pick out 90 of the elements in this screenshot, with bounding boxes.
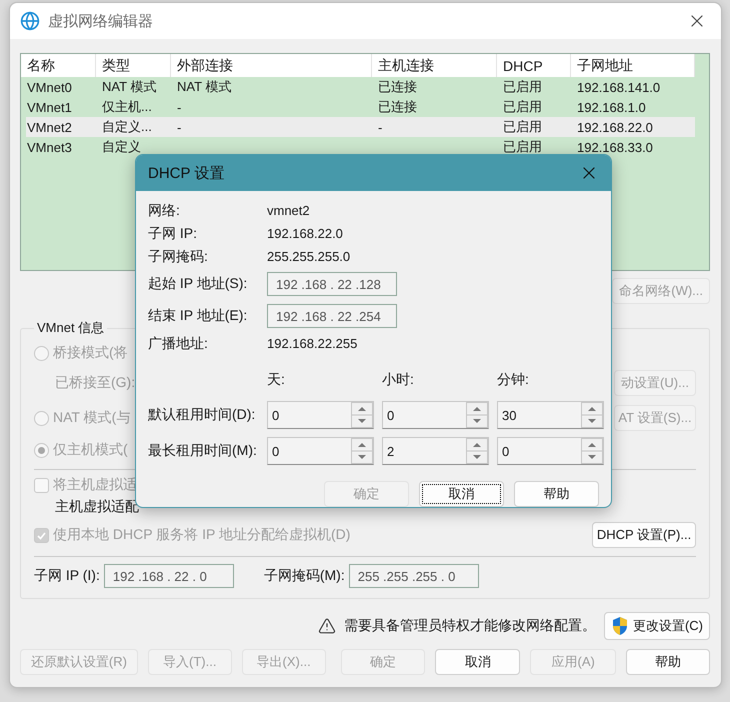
- table-cell: 已启用: [503, 78, 542, 96]
- change-settings-button[interactable]: 更改设置(C): [604, 612, 710, 640]
- table-cell: 已连接: [378, 78, 417, 96]
- subnet-mask-field[interactable]: 255 .255 .255 . 0: [348, 564, 479, 588]
- table-cell: 仅主机...: [102, 98, 152, 116]
- checkbox-label: 将主机虚拟适: [53, 476, 137, 494]
- table-cell: -: [177, 120, 182, 134]
- globe-icon: [20, 11, 40, 31]
- column-header[interactable]: DHCP: [497, 54, 571, 77]
- window-title: 虚拟网络编辑器: [48, 12, 154, 30]
- checkbox[interactable]: [34, 528, 49, 542]
- table-cell: 192.168.22.0: [577, 120, 653, 134]
- radio-label: NAT 模式(与: [53, 409, 130, 427]
- bridged-to-label: 已桥接至(G):: [55, 374, 136, 392]
- radio-button[interactable]: [34, 410, 49, 426]
- group-title: VMnet 信息: [36, 319, 106, 337]
- column-header[interactable]: 主机连接: [372, 54, 497, 77]
- footer-button[interactable]: 取消: [435, 649, 520, 675]
- shield-icon: [610, 616, 629, 636]
- spin-box[interactable]: 0: [267, 437, 374, 465]
- spin-arrows-icon[interactable]: [581, 438, 603, 464]
- field-label: 广播地址:: [148, 334, 209, 352]
- ip-field[interactable]: 192 .168 . 22 .254: [267, 304, 397, 328]
- spin-box[interactable]: 0: [382, 401, 489, 429]
- table-row[interactable]: VMnet0 NAT 模式 NAT 模式 已连接 已启用 192.168.141.0: [26, 77, 695, 97]
- table-cell: -: [177, 100, 182, 114]
- field-label: 最长租用时间(M):: [148, 442, 258, 460]
- dhcp-settings-button[interactable]: DHCP 设置(P)...: [592, 522, 696, 548]
- table-cell: VMnet0: [27, 80, 72, 94]
- dialog-button[interactable]: 帮助: [514, 481, 599, 507]
- field-label: 子网 IP:: [148, 224, 198, 242]
- spin-arrows-icon[interactable]: [581, 402, 603, 428]
- spin-arrows-icon[interactable]: [466, 438, 488, 464]
- field-label: 起始 IP 地址(S):: [148, 275, 248, 293]
- checkbox[interactable]: [34, 478, 49, 492]
- unit-label: 天:: [267, 371, 286, 389]
- subnet-ip-label: 子网 IP (I):: [34, 567, 100, 585]
- table-cell: 已启用: [503, 98, 542, 116]
- checkbox-label: 使用本地 DHCP 服务将 IP 地址分配给虚拟机(D): [53, 526, 350, 544]
- table-cell: NAT 模式: [102, 78, 156, 96]
- check-icon: [36, 530, 47, 540]
- subnet-ip-field[interactable]: 192 .168 . 22 . 0: [104, 564, 234, 588]
- spin-box[interactable]: 2: [382, 437, 489, 465]
- column-header[interactable]: 外部连接: [171, 54, 372, 77]
- unit-label: 小时:: [382, 371, 415, 389]
- field-value: 192.168.22.255: [267, 336, 358, 351]
- field-label: 子网掩码:: [148, 248, 209, 266]
- field-label: 网络:: [148, 202, 181, 220]
- spin-box[interactable]: 30: [497, 401, 604, 429]
- table-cell: 192.168.33.0: [577, 140, 653, 154]
- spin-arrows-icon[interactable]: [466, 402, 488, 428]
- table-cell: 自定义...: [102, 118, 152, 136]
- table-cell: 192.168.141.0: [577, 80, 660, 94]
- radio-label: 桥接模式(将: [53, 344, 128, 362]
- table-row[interactable]: VMnet1 仅主机... - 已连接 已启用 192.168.1.0: [26, 97, 695, 117]
- selected-row[interactable]: VMnet2 自定义... - - 已启用 192.168.22.0: [26, 117, 695, 137]
- column-header[interactable]: 类型: [96, 54, 171, 77]
- table-cell: 自定义: [102, 138, 141, 156]
- radio-button[interactable]: [34, 442, 49, 458]
- dialog-button[interactable]: 取消: [419, 481, 504, 507]
- table-cell: NAT 模式: [177, 78, 232, 96]
- table-cell: 已启用: [503, 118, 542, 136]
- field-value: vmnet2: [267, 203, 311, 218]
- field-label: 结束 IP 地址(E):: [148, 307, 248, 325]
- subnet-mask-label: 子网掩码(M):: [264, 567, 345, 585]
- field-value: 192.168.22.0: [267, 226, 344, 241]
- table-cell: VMnet1: [27, 100, 72, 114]
- column-header[interactable]: 子网地址: [571, 54, 695, 77]
- table-cell: 192.168.1.0: [577, 100, 646, 114]
- table-cell: VMnet2: [27, 120, 72, 134]
- radio-button[interactable]: [34, 346, 49, 360]
- dialog-title: DHCP 设置: [148, 164, 224, 182]
- table-cell: VMnet3: [27, 140, 72, 154]
- spin-box[interactable]: 0: [497, 437, 604, 465]
- warning-icon: [318, 617, 336, 635]
- radio-label: 仅主机模式(: [53, 441, 128, 459]
- admin-notice: 需要具备管理员特权才能修改网络配置。: [344, 617, 596, 635]
- spin-box[interactable]: 0: [267, 401, 374, 429]
- ip-field[interactable]: 192 .168 . 22 .128: [267, 272, 397, 296]
- table-row[interactable]: VMnet3 自定义 已启用 192.168.33.0: [26, 137, 695, 157]
- field-value: 255.255.255.0: [267, 249, 352, 264]
- footer-button[interactable]: 帮助: [626, 649, 710, 675]
- spin-arrows-icon[interactable]: [351, 402, 373, 428]
- table-cell: 已启用: [503, 138, 542, 156]
- table-cell: -: [378, 120, 382, 134]
- field-label: 默认租用时间(D):: [148, 406, 256, 424]
- table-cell: 已连接: [378, 98, 417, 116]
- unit-label: 分钟:: [497, 371, 530, 389]
- spin-arrows-icon[interactable]: [351, 438, 373, 464]
- column-header[interactable]: 名称: [21, 54, 96, 77]
